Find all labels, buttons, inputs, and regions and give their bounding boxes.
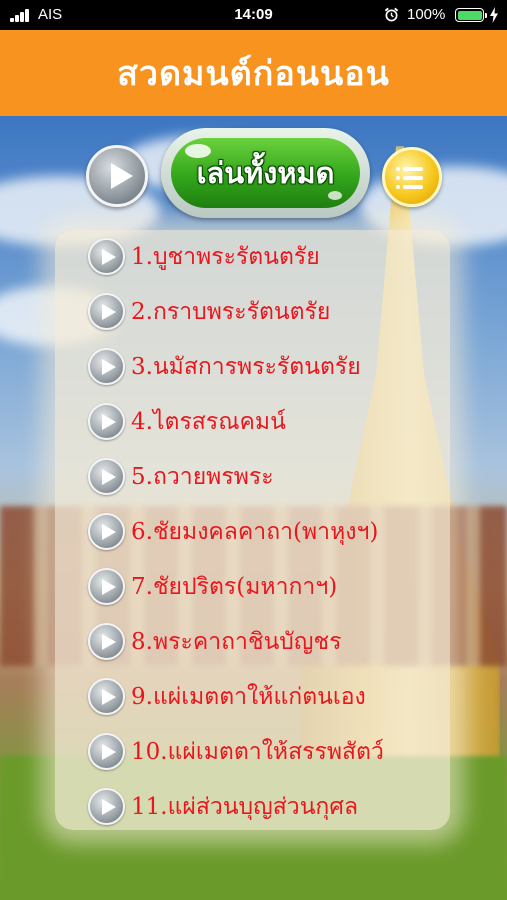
charging-bolt-icon [490, 7, 498, 23]
list-item[interactable]: 10.แผ่เมตตาให้สรรพสัตว์ [88, 724, 468, 779]
play-icon[interactable] [88, 238, 125, 275]
status-bar: AIS 14:09 100% [0, 0, 507, 30]
play-icon[interactable] [88, 623, 125, 660]
list-item-label: 10.แผ่เมตตาให้สรรพสัตว์ [131, 738, 384, 765]
play-all-label: เล่นทั้งหมด [196, 156, 335, 190]
list-item-label: 7.ชัยปริตร(มหากาฯ) [131, 573, 338, 600]
play-icon[interactable] [88, 788, 125, 825]
play-icon[interactable] [88, 403, 125, 440]
list-item-label: 11.แผ่ส่วนบุญส่วนกุศล [131, 793, 359, 820]
list-item-label: 2.กราบพระรัตนตรัย [131, 298, 331, 325]
list-item-label: 8.พระคาถาชินบัญชร [131, 628, 342, 655]
list-item[interactable]: 4.ไตรสรณคมน์ [88, 394, 468, 449]
list-item[interactable]: 7.ชัยปริตร(มหากาฯ) [88, 559, 468, 614]
play-icon[interactable] [88, 678, 125, 715]
play-icon[interactable] [88, 458, 125, 495]
play-icon[interactable] [88, 348, 125, 385]
list-item[interactable]: 5.ถวายพรพระ [88, 449, 468, 504]
play-all-button[interactable]: เล่นทั้งหมด [161, 128, 370, 218]
list-item-label: 6.ชัยมงคลคาถา(พาหุงฯ) [131, 518, 379, 545]
list-item[interactable]: 3.นมัสการพระรัตนตรัย [88, 339, 468, 394]
list-item[interactable]: 2.กราบพระรัตนตรัย [88, 284, 468, 339]
play-icon-button[interactable] [86, 145, 148, 207]
battery-icon [455, 8, 487, 22]
list-item-label: 1.บูชาพระรัตนตรัย [131, 243, 320, 270]
list-item[interactable]: 9.แผ่เมตตาให้แก่ตนเอง [88, 669, 468, 724]
list-item[interactable]: 1.บูชาพระรัตนตรัย [88, 229, 468, 284]
list-item[interactable]: 8.พระคาถาชินบัญชร [88, 614, 468, 669]
app-header: สวดมนต์ก่อนนอน [0, 30, 507, 116]
alarm-icon [384, 7, 399, 22]
list-item-label: 3.นมัสการพระรัตนตรัย [131, 353, 361, 380]
list-item-label: 9.แผ่เมตตาให้แก่ตนเอง [131, 683, 366, 710]
play-icon[interactable] [88, 568, 125, 605]
page-title: สวดมนต์ก่อนนอน [117, 54, 390, 94]
list-item[interactable]: 11.แผ่ส่วนบุญส่วนกุศล [88, 779, 468, 834]
list-item-label: 5.ถวายพรพระ [131, 463, 274, 490]
play-icon[interactable] [88, 513, 125, 550]
list-item[interactable]: 6.ชัยมงคลคาถา(พาหุงฯ) [88, 504, 468, 559]
playlist-menu-icon[interactable] [382, 147, 442, 207]
list-item-label: 4.ไตรสรณคมน์ [131, 408, 286, 435]
battery-percentage: 100% [407, 6, 446, 23]
play-icon[interactable] [88, 293, 125, 330]
prayer-list: 1.บูชาพระรัตนตรัย 2.กราบพระรัตนตรัย 3.นม… [88, 229, 468, 834]
play-icon[interactable] [88, 733, 125, 770]
